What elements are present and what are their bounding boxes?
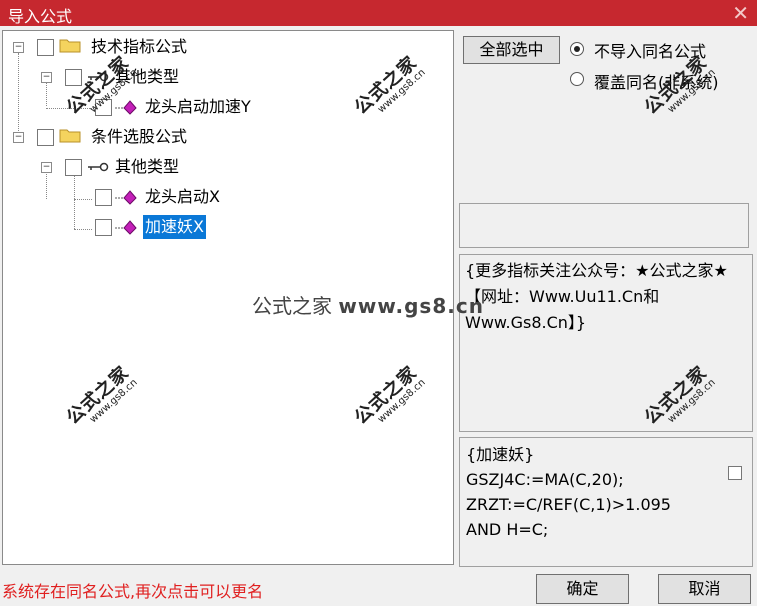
collapse-icon[interactable]: − <box>41 72 52 83</box>
tree-checkbox[interactable] <box>95 189 112 206</box>
window-title: 导入公式 <box>8 7 73 26</box>
description-text: {更多指标关注公众号：★公式之家★【网址：Www.Uu11.Cn和Www.Gs8… <box>465 261 728 332</box>
formula-tree[interactable]: − 技术指标公式 − 其他类型 龙头启动加速Y − 条件选股公式 − 其他类型 … <box>2 30 454 565</box>
tree-checkbox[interactable] <box>65 159 82 176</box>
radio-overwrite-label[interactable]: 覆盖同名(非系统) <box>594 69 719 93</box>
tree-node-label: 加速妖X <box>143 215 206 239</box>
code-checkbox[interactable] <box>728 466 742 480</box>
formula-code-text: {加速妖} GSZJ4C:=MA(C,20); ZRZT:=C/REF(C,1)… <box>466 445 671 539</box>
radio-no-import[interactable] <box>570 42 584 56</box>
tree-checkbox[interactable] <box>37 129 54 146</box>
tree-line <box>46 81 47 106</box>
tree-line <box>74 171 75 229</box>
tree-line <box>46 108 92 109</box>
folder-icon <box>59 39 81 53</box>
collapse-icon[interactable]: − <box>13 132 24 143</box>
tree-line <box>18 53 19 143</box>
formula-gem-icon <box>115 220 137 235</box>
key-icon <box>88 162 109 172</box>
tree-line <box>74 229 92 230</box>
tree-node-label: 技术指标公式 <box>91 37 188 56</box>
formula-gem-icon <box>115 100 137 115</box>
empty-field[interactable] <box>459 203 749 248</box>
watermark: 公式之家 www.gs8.cn <box>640 52 718 119</box>
formula-gem-icon <box>115 190 137 205</box>
tree-node-label: 龙头启动加速Y <box>145 97 251 116</box>
folder-icon <box>59 129 81 143</box>
tree-checkbox[interactable] <box>95 219 112 236</box>
key-icon <box>88 72 109 82</box>
tree-node-label: 龙头启动X <box>145 187 220 206</box>
tree-line <box>46 171 47 199</box>
tree-node-label: 其他类型 <box>115 157 180 176</box>
close-icon[interactable]: ✕ <box>732 0 749 26</box>
tree-line <box>74 199 92 200</box>
title-bar: 导入公式 ✕ <box>0 0 757 26</box>
tree-node-label: 其他类型 <box>115 67 180 86</box>
radio-no-import-label[interactable]: 不导入同名公式 <box>594 38 706 62</box>
tree-checkbox[interactable] <box>95 99 112 116</box>
select-all-button[interactable]: 全部选中 <box>463 36 560 64</box>
status-message: 系统存在同名公式,再次点击可以更名 <box>2 582 264 601</box>
tree-checkbox[interactable] <box>37 39 54 56</box>
radio-overwrite[interactable] <box>570 72 584 86</box>
cancel-button[interactable]: 取消 <box>658 574 751 604</box>
collapse-icon[interactable]: − <box>13 42 24 53</box>
ok-button[interactable]: 确定 <box>536 574 629 604</box>
collapse-icon[interactable]: − <box>41 162 52 173</box>
tree-node-label: 条件选股公式 <box>91 127 188 146</box>
tree-checkbox[interactable] <box>65 69 82 86</box>
